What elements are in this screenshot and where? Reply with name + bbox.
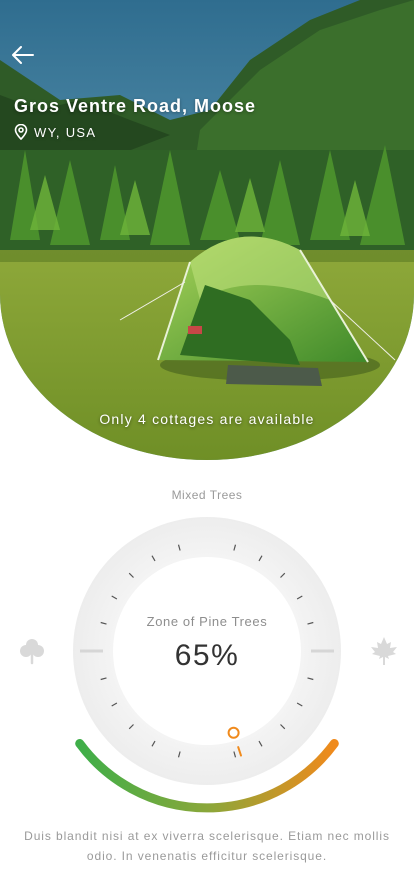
destination-title: Gros Ventre Road, Moose bbox=[14, 96, 257, 116]
location-pin-icon bbox=[14, 124, 28, 140]
location-label: WY, USA bbox=[34, 124, 97, 140]
value-indicator-knob[interactable] bbox=[227, 726, 240, 739]
zone-label: Zone of Pine Trees bbox=[146, 614, 268, 629]
zone-percentage: 65% bbox=[174, 639, 240, 672]
destination-location: WY, USA bbox=[14, 124, 96, 140]
arrow-left-icon bbox=[12, 45, 34, 69]
availability-text: Only 4 cottages are available bbox=[99, 411, 315, 427]
back-button[interactable] bbox=[10, 44, 36, 70]
camp-scene-image bbox=[0, 0, 414, 460]
clover-icon bbox=[18, 636, 46, 666]
maple-leaf-icon bbox=[370, 636, 398, 666]
hero-image: Gros Ventre Road, Moose WY, USA Only 4 c… bbox=[0, 0, 414, 460]
description-text: Duis blandit nisi at ex viverra sceleris… bbox=[24, 829, 390, 863]
dial-readout: Zone of Pine Trees 65% bbox=[112, 614, 302, 673]
